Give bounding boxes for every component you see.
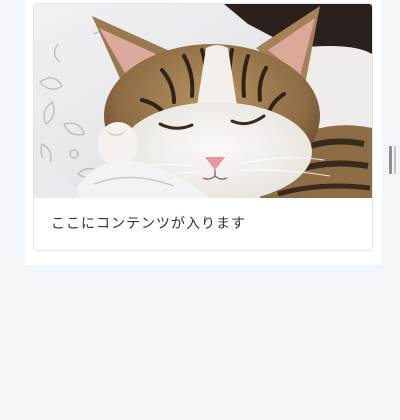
drag-handle-icon[interactable]	[386, 144, 398, 176]
handle-bar	[394, 146, 396, 174]
handle-bar	[389, 146, 392, 174]
content-card: ここにコンテンツが入ります	[33, 3, 373, 251]
card-text: ここにコンテンツが入ります	[51, 216, 246, 232]
cat-paw	[98, 122, 138, 166]
cat-photo	[34, 4, 372, 198]
